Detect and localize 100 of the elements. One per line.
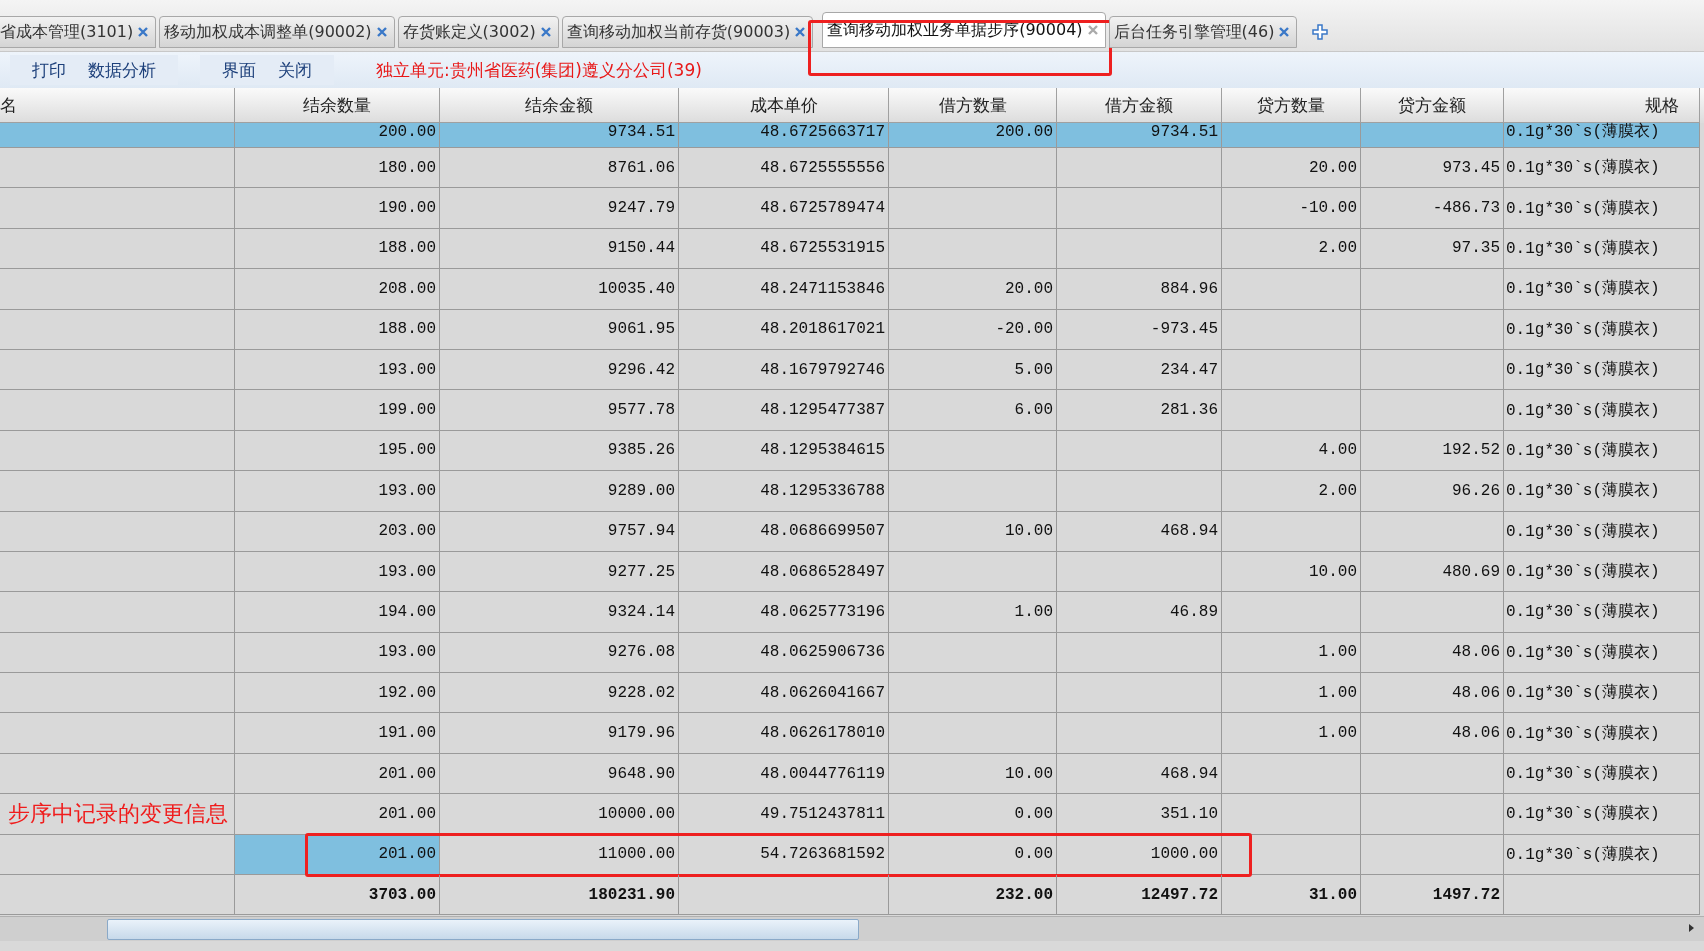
table-cell: 0.1g*30`s(薄膜衣) bbox=[1504, 673, 1700, 714]
table-cell: 2.00 bbox=[1222, 228, 1361, 270]
table-cell: 0.1g*30`s(薄膜衣) bbox=[1504, 834, 1700, 876]
table-cell: 973.45 bbox=[1361, 148, 1504, 189]
table-cell: 9289.00 bbox=[440, 471, 679, 512]
table-cell: 48.06 bbox=[1361, 713, 1504, 754]
table-cell: 0.1g*30`s(薄膜衣) bbox=[1504, 592, 1700, 633]
table-cell: 0.1g*30`s(薄膜衣) bbox=[1504, 148, 1700, 189]
tab[interactable]: 存货账定义(3002) bbox=[397, 16, 559, 48]
horizontal-scrollbar[interactable] bbox=[0, 916, 1704, 942]
table-cell: 9276.08 bbox=[440, 632, 679, 674]
table-cell: -486.73 bbox=[1361, 188, 1504, 229]
table-cell: 193.00 bbox=[235, 471, 440, 512]
table-cell: 9296.42 bbox=[440, 349, 679, 391]
table-cell: 48.0044776119 bbox=[679, 753, 889, 795]
table-cell: 1.00 bbox=[1222, 632, 1361, 674]
tab[interactable]: 后台任务引擎管理(46) bbox=[1108, 16, 1298, 48]
table-cell: 9179.96 bbox=[440, 713, 679, 754]
table-cell: 201.00 bbox=[235, 794, 440, 835]
table-cell: 351.10 bbox=[1057, 794, 1222, 835]
table-cell: 208.00 bbox=[235, 269, 440, 310]
table-cell: 4.00 bbox=[1222, 430, 1361, 472]
close-icon[interactable] bbox=[1278, 26, 1291, 38]
table-cell: 0.1g*30`s(薄膜衣) bbox=[1504, 228, 1700, 270]
toolbar-button[interactable]: 界面 bbox=[222, 58, 256, 82]
table-cell: 9150.44 bbox=[440, 228, 679, 270]
table-cell: 48.1295477387 bbox=[679, 390, 889, 431]
table-cell: 49.7512437811 bbox=[679, 794, 889, 835]
table-cell: 9734.51 bbox=[1057, 123, 1222, 148]
unit-label: 独立单元:贵州省医药(集团)遵义分公司(39) bbox=[376, 58, 702, 82]
table-cell: 9247.79 bbox=[440, 188, 679, 229]
total-cell: 1497.72 bbox=[1361, 875, 1504, 916]
total-cell: 12497.72 bbox=[1057, 875, 1222, 916]
table-cell: 46.89 bbox=[1057, 592, 1222, 633]
total-cell: 180231.90 bbox=[440, 875, 679, 916]
table-cell: 0.1g*30`s(薄膜衣) bbox=[1504, 632, 1700, 674]
table-cell: 190.00 bbox=[235, 188, 440, 229]
scroll-thumb[interactable] bbox=[107, 919, 859, 941]
table-cell: 1.00 bbox=[1222, 713, 1361, 754]
table-cell: 0.1g*30`s(薄膜衣) bbox=[1504, 551, 1700, 593]
table-cell: 9228.02 bbox=[440, 673, 679, 714]
table-cell: 0.1g*30`s(薄膜衣) bbox=[1504, 188, 1700, 229]
close-icon[interactable] bbox=[375, 26, 388, 38]
table-cell: 8761.06 bbox=[440, 148, 679, 189]
toolbar-button[interactable]: 打印 bbox=[32, 58, 66, 82]
table-cell: 188.00 bbox=[235, 228, 440, 270]
table-cell: 48.0625906736 bbox=[679, 632, 889, 674]
table-cell: -20.00 bbox=[889, 309, 1057, 350]
table-cell: 48.1679792746 bbox=[679, 349, 889, 391]
table-cell: 192.52 bbox=[1361, 430, 1504, 472]
toolbar-button[interactable]: 数据分析 bbox=[88, 58, 156, 82]
scroll-right-icon[interactable] bbox=[1686, 923, 1696, 934]
table-cell: 9277.25 bbox=[440, 551, 679, 593]
table-cell: 188.00 bbox=[235, 309, 440, 350]
table-cell: 281.36 bbox=[1057, 390, 1222, 431]
table-cell: 1.00 bbox=[889, 592, 1057, 633]
table-cell: 20.00 bbox=[889, 269, 1057, 310]
table-cell: 234.47 bbox=[1057, 349, 1222, 391]
close-icon[interactable] bbox=[539, 26, 552, 38]
table-cell: 0.00 bbox=[889, 794, 1057, 835]
table-cell: 48.0686699507 bbox=[679, 511, 889, 552]
table-cell: 180.00 bbox=[235, 148, 440, 189]
table-cell: 20.00 bbox=[1222, 148, 1361, 189]
total-cell: 232.00 bbox=[889, 875, 1057, 916]
tab[interactable]: 查询移动加权当前存货(90003) bbox=[561, 16, 814, 48]
close-icon[interactable] bbox=[137, 26, 150, 38]
table-cell: 193.00 bbox=[235, 632, 440, 674]
table-cell: -973.45 bbox=[1057, 309, 1222, 350]
add-tab-icon[interactable] bbox=[1312, 24, 1329, 40]
table-cell: 0.1g*30`s(薄膜衣) bbox=[1504, 713, 1700, 754]
table-cell: 48.1295384615 bbox=[679, 430, 889, 472]
toolbar-button[interactable]: 关闭 bbox=[278, 58, 312, 82]
table-cell: 48.0625773196 bbox=[679, 592, 889, 633]
table-cell: 48.0626041667 bbox=[679, 673, 889, 714]
table-cell: 199.00 bbox=[235, 390, 440, 431]
table-cell: 48.6725531915 bbox=[679, 228, 889, 270]
table-cell: 9648.90 bbox=[440, 753, 679, 795]
table-cell: 201.00 bbox=[235, 753, 440, 795]
tab[interactable]: 移动加权成本调整单(90002) bbox=[159, 16, 395, 48]
table-cell: 200.00 bbox=[889, 123, 1057, 148]
tab[interactable]: 省成本管理(3101) bbox=[0, 16, 157, 48]
table-cell: 193.00 bbox=[235, 349, 440, 391]
table-cell: 2.00 bbox=[1222, 471, 1361, 512]
table-cell: 96.26 bbox=[1361, 471, 1504, 512]
table-cell: 0.1g*30`s(薄膜衣) bbox=[1504, 390, 1700, 431]
table-cell: 48.0626178010 bbox=[679, 713, 889, 754]
close-icon[interactable] bbox=[1086, 24, 1099, 36]
table-cell: 9734.51 bbox=[440, 123, 679, 148]
table-cell: 0.1g*30`s(薄膜衣) bbox=[1504, 123, 1700, 148]
table-cell: 10.00 bbox=[1222, 551, 1361, 593]
table-cell: 48.6725555556 bbox=[679, 148, 889, 189]
table-cell: 191.00 bbox=[235, 713, 440, 754]
table-cell: 0.1g*30`s(薄膜衣) bbox=[1504, 471, 1700, 512]
table-cell: 11000.00 bbox=[440, 834, 679, 876]
table-cell: 468.94 bbox=[1057, 511, 1222, 552]
close-icon[interactable] bbox=[794, 26, 807, 38]
table-cell: 10.00 bbox=[889, 753, 1057, 795]
annotation-text: 步序中记录的变更信息 bbox=[8, 799, 228, 828]
table-cell: 48.6725789474 bbox=[679, 188, 889, 229]
table-cell: 203.00 bbox=[235, 511, 440, 552]
